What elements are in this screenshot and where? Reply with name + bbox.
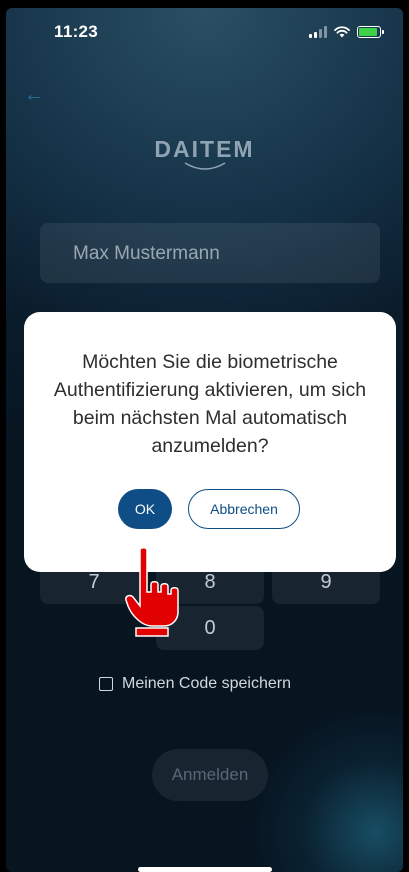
signal-icon <box>309 26 327 38</box>
home-indicator <box>138 867 272 872</box>
status-icons <box>309 26 384 38</box>
wifi-icon <box>334 26 350 38</box>
ok-button[interactable]: OK <box>118 489 172 529</box>
cancel-button[interactable]: Abbrechen <box>188 489 300 529</box>
logo-text: DAITEM <box>154 136 255 162</box>
login-button[interactable]: Anmelden <box>152 749 268 801</box>
username-field[interactable]: Max Mustermann <box>40 223 380 283</box>
pointing-hand-icon <box>125 547 179 637</box>
save-code-option[interactable]: Meinen Code speichern <box>99 675 291 693</box>
username-value: Max Mustermann <box>73 243 220 264</box>
background-glow <box>243 712 403 872</box>
app-screen: 11:23 ← DAITEM Max Mustermann 7 8 9 0 Me… <box>6 8 403 872</box>
save-code-checkbox[interactable] <box>99 677 113 691</box>
daitem-logo: DAITEM <box>6 136 403 171</box>
status-bar: 11:23 <box>6 8 403 58</box>
back-arrow-icon[interactable]: ← <box>24 84 44 107</box>
save-code-label: Meinen Code speichern <box>122 675 291 692</box>
battery-icon <box>357 26 384 38</box>
biometric-dialog: Möchten Sie die biometrische Authentifiz… <box>24 312 396 572</box>
dialog-message: Möchten Sie die biometrische Authentifiz… <box>53 351 367 457</box>
status-time: 11:23 <box>54 22 99 41</box>
